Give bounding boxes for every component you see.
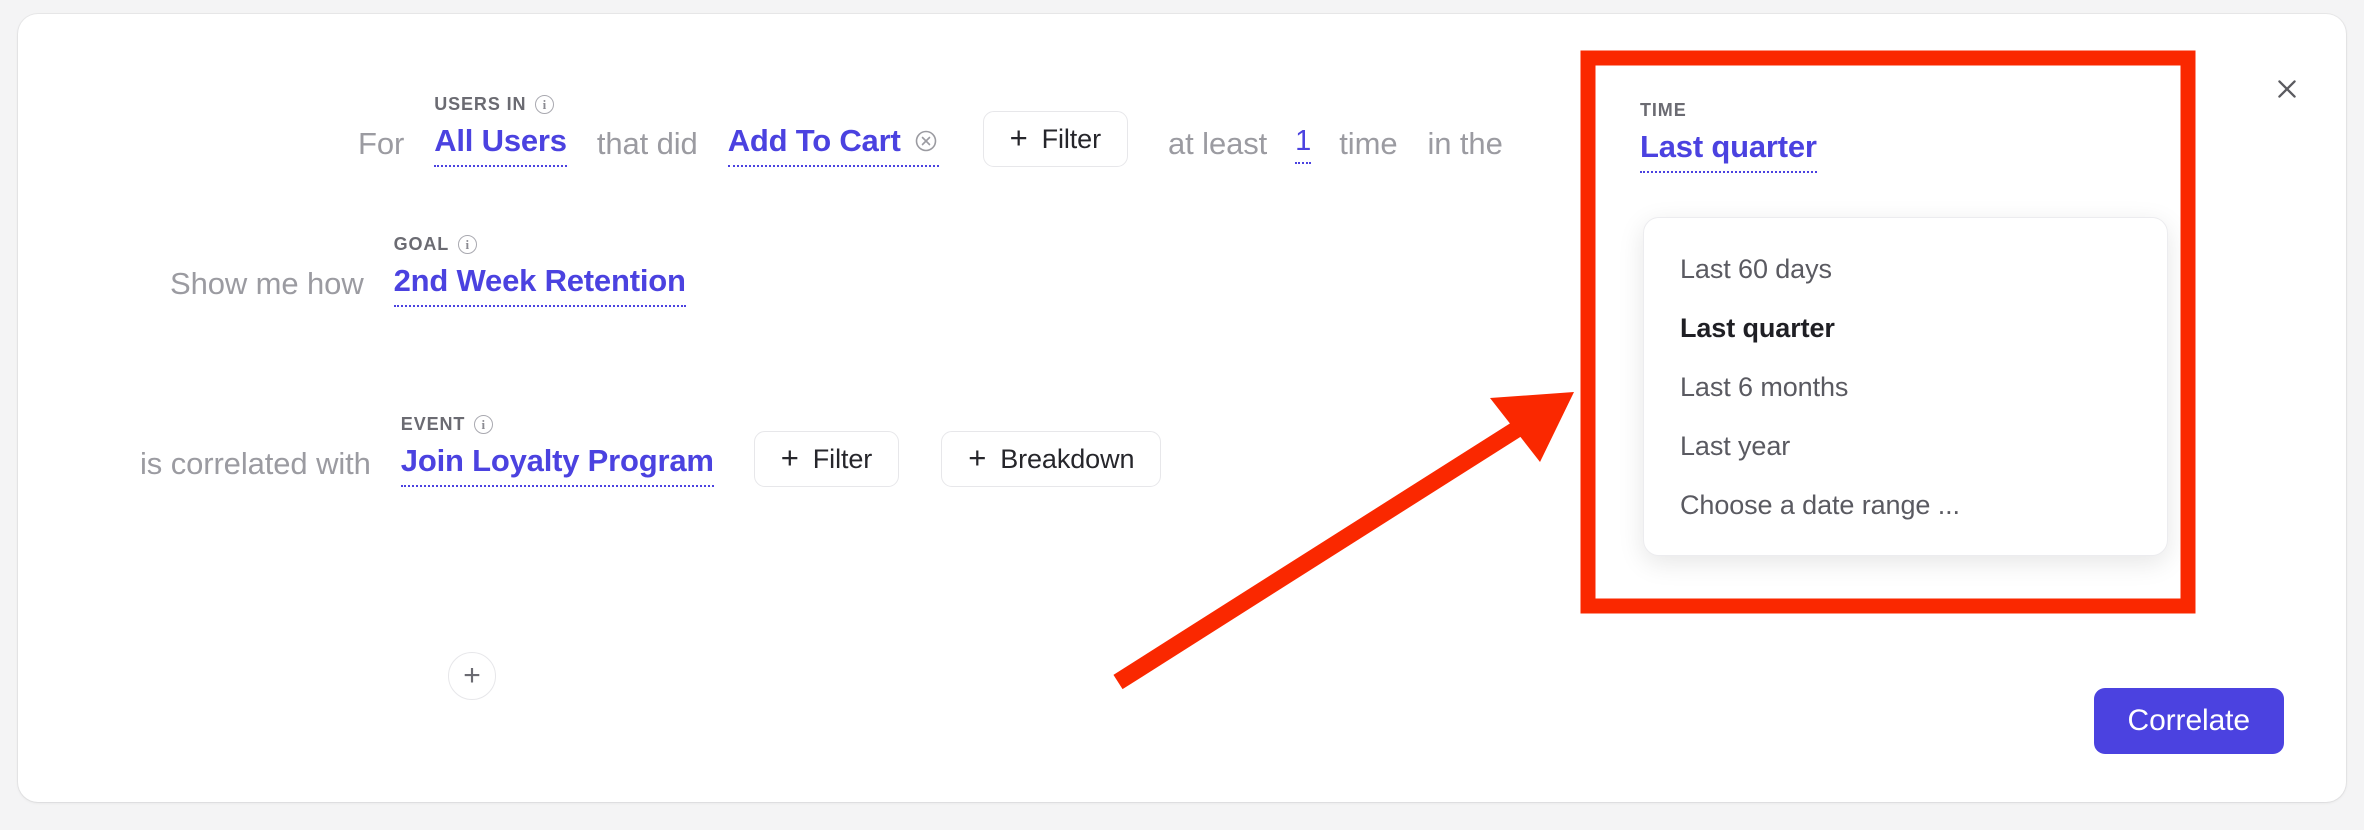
time-range-dropdown: Last 60 days Last quarter Last 6 months … <box>1643 217 2168 556</box>
goal-label: GOAL i <box>394 234 686 255</box>
info-icon[interactable]: i <box>458 235 477 254</box>
event-field: EVENT i Join Loyalty Program <box>401 414 714 487</box>
users-in-field: USERS IN i All Users <box>434 94 567 167</box>
query-row-users: For USERS IN i All Users that did Add To… <box>358 94 1503 167</box>
add-query-row-button[interactable]: + <box>448 652 496 700</box>
users-in-value[interactable]: All Users <box>434 123 567 167</box>
goal-label-text: GOAL <box>394 234 450 255</box>
goal-value[interactable]: 2nd Week Retention <box>394 263 686 307</box>
add-filter-label: Filter <box>813 444 872 475</box>
query-row-event: is correlated with EVENT i Join Loyalty … <box>140 414 1161 487</box>
row-lead-is-correlated-with: is correlated with <box>140 446 371 487</box>
remove-circle-icon[interactable] <box>913 128 939 154</box>
query-row-goal: Show me how GOAL i 2nd Week Retention <box>170 234 686 307</box>
time-label: TIME <box>1640 100 1817 121</box>
event-label-text: EVENT <box>401 414 466 435</box>
in-the-label: in the <box>1427 126 1502 167</box>
correlation-query-dialog: For USERS IN i All Users that did Add To… <box>18 14 2346 802</box>
row-lead-that-did: that did <box>597 126 698 167</box>
screen-root: For USERS IN i All Users that did Add To… <box>0 0 2364 830</box>
dropdown-option-last-60-days[interactable]: Last 60 days <box>1644 240 2167 299</box>
add-filter-label: Filter <box>1042 124 1101 155</box>
goal-field: GOAL i 2nd Week Retention <box>394 234 686 307</box>
row-lead-for: For <box>358 126 404 167</box>
event-value[interactable]: Join Loyalty Program <box>401 443 714 487</box>
info-icon[interactable]: i <box>535 95 554 114</box>
event-count-value[interactable]: 1 <box>1295 125 1311 164</box>
dropdown-option-last-quarter[interactable]: Last quarter <box>1644 299 2167 358</box>
dropdown-option-last-6-months[interactable]: Last 6 months <box>1644 358 2167 417</box>
correlate-button[interactable]: Correlate <box>2094 688 2284 754</box>
dropdown-option-choose-date-range[interactable]: Choose a date range ... <box>1644 476 2167 535</box>
add-breakdown-label: Breakdown <box>1000 444 1134 475</box>
time-label-text: TIME <box>1640 100 1687 121</box>
event-label: EVENT i <box>401 414 714 435</box>
at-least-label: at least <box>1168 126 1267 167</box>
time-field: TIME Last quarter <box>1640 100 1817 173</box>
time-word-label: time <box>1339 126 1397 167</box>
add-filter-button-event[interactable]: + Filter <box>754 431 899 487</box>
info-icon[interactable]: i <box>474 415 493 434</box>
did-event-value[interactable]: Add To Cart <box>728 123 939 167</box>
users-in-label: USERS IN i <box>434 94 567 115</box>
row-lead-show-me-how: Show me how <box>170 266 364 307</box>
close-icon[interactable] <box>2268 70 2306 108</box>
time-value[interactable]: Last quarter <box>1640 129 1817 173</box>
dropdown-option-last-year[interactable]: Last year <box>1644 417 2167 476</box>
users-in-label-text: USERS IN <box>434 94 526 115</box>
did-event-label: Add To Cart <box>728 123 901 159</box>
add-breakdown-button[interactable]: + Breakdown <box>941 431 1161 487</box>
did-event-field: Add To Cart <box>728 123 939 167</box>
add-filter-button-users[interactable]: + Filter <box>983 111 1128 167</box>
